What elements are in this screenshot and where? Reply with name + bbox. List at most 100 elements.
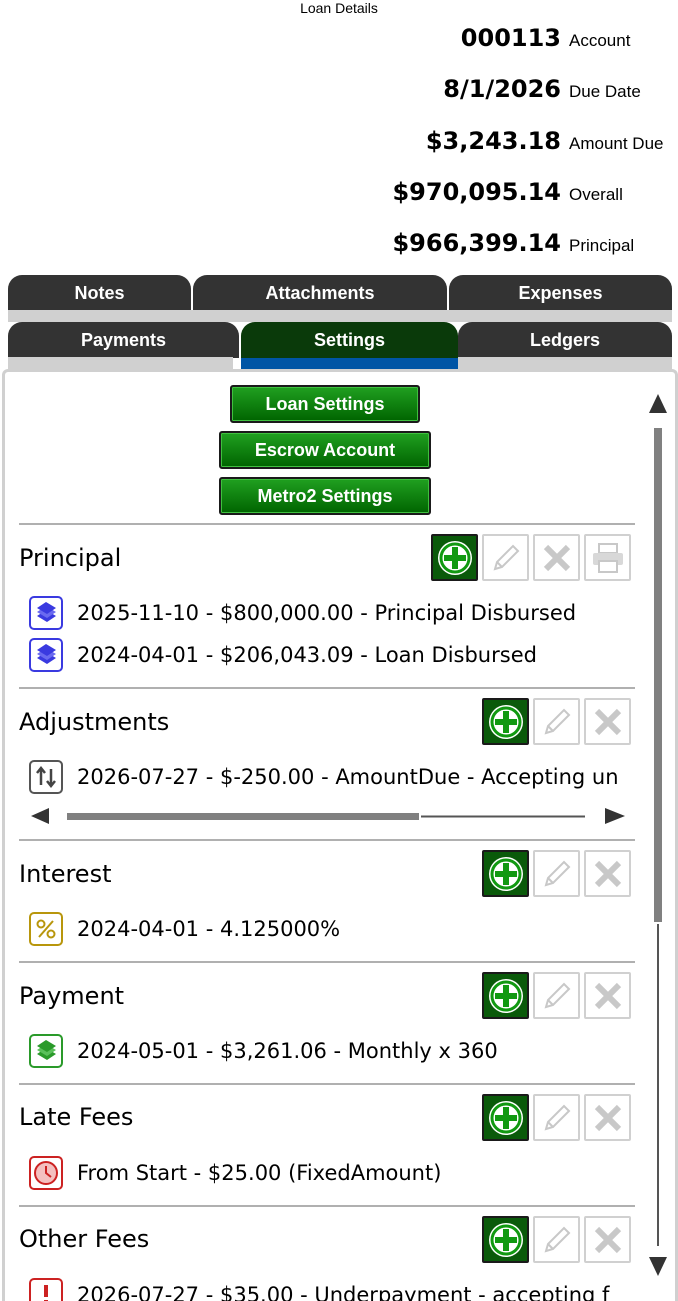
summary-account: 000113 Account [461, 24, 670, 64]
adjustments-section-title: Adjustments [19, 708, 170, 736]
adjustment-item-text: 2026-07-27 - $-250.00 - AmountDue - Acce… [77, 765, 619, 789]
other-fees-section-title: Other Fees [19, 1225, 150, 1253]
payment-section-title: Payment [19, 982, 125, 1010]
close-icon [543, 544, 570, 571]
summary-overall: $970,095.14 Overall [392, 178, 670, 218]
close-icon [594, 860, 621, 887]
late-fee-item-text: From Start - $25.00 (FixedAmount) [77, 1161, 442, 1185]
edit-principal-button[interactable] [482, 534, 529, 581]
tab-payments[interactable]: Payments [8, 322, 239, 358]
tab-notes[interactable]: Notes [8, 275, 191, 311]
principal-item[interactable]: 2025-11-10 - $800,000.00 - Principal Dis… [29, 595, 576, 631]
interest-section-title: Interest [19, 860, 112, 888]
add-principal-button[interactable] [431, 534, 478, 581]
principal-value: $966,399.14 [392, 229, 561, 257]
principal-item[interactable]: 2024-04-01 - $206,043.09 - Loan Disburse… [29, 637, 537, 673]
amount-due-value: $3,243.18 [425, 127, 561, 155]
late-fee-item[interactable]: From Start - $25.00 (FixedAmount) [29, 1155, 441, 1191]
edit-late-fee-button[interactable] [533, 1094, 580, 1141]
add-other-fee-button[interactable] [482, 1216, 529, 1263]
late-fees-section-title: Late Fees [19, 1103, 134, 1131]
principal-item-text: 2025-11-10 - $800,000.00 - Principal Dis… [77, 601, 577, 625]
delete-interest-button[interactable] [584, 850, 631, 897]
separator [19, 1083, 635, 1085]
principal-item-text: 2024-04-01 - $206,043.09 - Loan Disburse… [77, 643, 537, 667]
plus-icon [437, 540, 472, 575]
adjustment-item[interactable]: 2026-07-27 - $-250.00 - AmountDue - Acce… [29, 759, 633, 795]
add-interest-button[interactable] [482, 850, 529, 897]
up-down-arrows-icon [29, 760, 63, 794]
edit-adjustment-button[interactable] [533, 698, 580, 745]
add-payment-button[interactable] [482, 972, 529, 1019]
scroll-up-icon [649, 394, 667, 413]
separator [19, 839, 635, 841]
loan-settings-button[interactable]: Loan Settings [230, 385, 420, 423]
close-icon [594, 982, 621, 1009]
vertical-scrollbar[interactable] [639, 372, 675, 1301]
pencil-icon [544, 1226, 570, 1252]
payment-item-text: 2024-05-01 - $3,261.06 - Monthly x 360 [77, 1039, 498, 1063]
scroll-left-icon [31, 808, 49, 824]
interest-item-text: 2024-04-01 - 4.125000% [77, 917, 341, 941]
account-number: 000113 [460, 24, 561, 52]
alert-icon [29, 1278, 63, 1301]
summary-amount-due: $3,243.18 Amount Due [426, 127, 670, 167]
plus-icon [488, 1100, 523, 1135]
vertical-scroll-thumb [654, 428, 662, 922]
other-fee-item[interactable]: 2026-07-27 - $35.00 - Underpayment - acc… [29, 1277, 633, 1301]
summary-principal: $966,399.14 Principal [392, 229, 670, 269]
plus-icon [488, 856, 523, 891]
delete-late-fee-button[interactable] [584, 1094, 631, 1141]
pencil-icon [493, 544, 519, 570]
pencil-icon [544, 708, 570, 734]
interest-item[interactable]: 2024-04-01 - 4.125000% [29, 911, 340, 947]
scroll-down-icon [649, 1257, 667, 1276]
delete-other-fee-button[interactable] [584, 1216, 631, 1263]
tab-row-2-underline-left [8, 357, 233, 369]
tab-row-1: Notes Attachments Expenses [8, 275, 672, 311]
separator [19, 523, 635, 525]
tab-settings-label: Settings [313, 329, 385, 350]
payment-item[interactable]: 2024-05-01 - $3,261.06 - Monthly x 360 [29, 1033, 498, 1069]
percent-icon [29, 912, 63, 946]
pencil-icon [544, 1104, 570, 1130]
window-title: Loan Details [300, 0, 378, 16]
tab-ledgers[interactable]: Ledgers [458, 322, 672, 358]
tab-expenses[interactable]: Expenses [449, 275, 672, 311]
clock-icon [29, 1156, 63, 1190]
overall-value: $970,095.14 [392, 178, 561, 206]
delete-principal-button[interactable] [533, 534, 580, 581]
pencil-icon [544, 982, 570, 1008]
add-late-fee-button[interactable] [482, 1094, 529, 1141]
tab-row-2: Payments Settings Ledgers [8, 322, 672, 370]
cash-icon [29, 1034, 63, 1068]
overall-label: Overall [569, 185, 623, 204]
escrow-account-button[interactable]: Escrow Account [219, 431, 431, 469]
horizontal-scrollbar[interactable] [29, 805, 627, 827]
separator [19, 1205, 635, 1207]
tab-attachments[interactable]: Attachments [193, 275, 447, 311]
money-stack-icon [29, 596, 63, 630]
separator [19, 961, 635, 963]
separator [19, 687, 635, 689]
tab-row-1-underline [8, 310, 672, 322]
amount-due-label: Amount Due [569, 134, 664, 153]
tab-settings[interactable]: Settings [241, 322, 458, 370]
add-adjustment-button[interactable] [482, 698, 529, 745]
close-icon [594, 708, 621, 735]
plus-icon [488, 704, 523, 739]
due-date-label: Due Date [569, 82, 641, 101]
settings-panel: Loan Settings Escrow Account Metro2 Sett… [2, 369, 678, 1301]
delete-adjustment-button[interactable] [584, 698, 631, 745]
principal-section-title: Principal [19, 544, 122, 572]
metro2-settings-button[interactable]: Metro2 Settings [219, 477, 431, 515]
plus-icon [488, 978, 523, 1013]
delete-payment-button[interactable] [584, 972, 631, 1019]
printer-icon [592, 542, 623, 573]
plus-icon [488, 1222, 523, 1257]
other-fee-item-text: 2026-07-27 - $35.00 - Underpayment - acc… [77, 1283, 610, 1301]
edit-payment-button[interactable] [533, 972, 580, 1019]
edit-interest-button[interactable] [533, 850, 580, 897]
print-principal-button[interactable] [584, 534, 631, 581]
edit-other-fee-button[interactable] [533, 1216, 580, 1263]
